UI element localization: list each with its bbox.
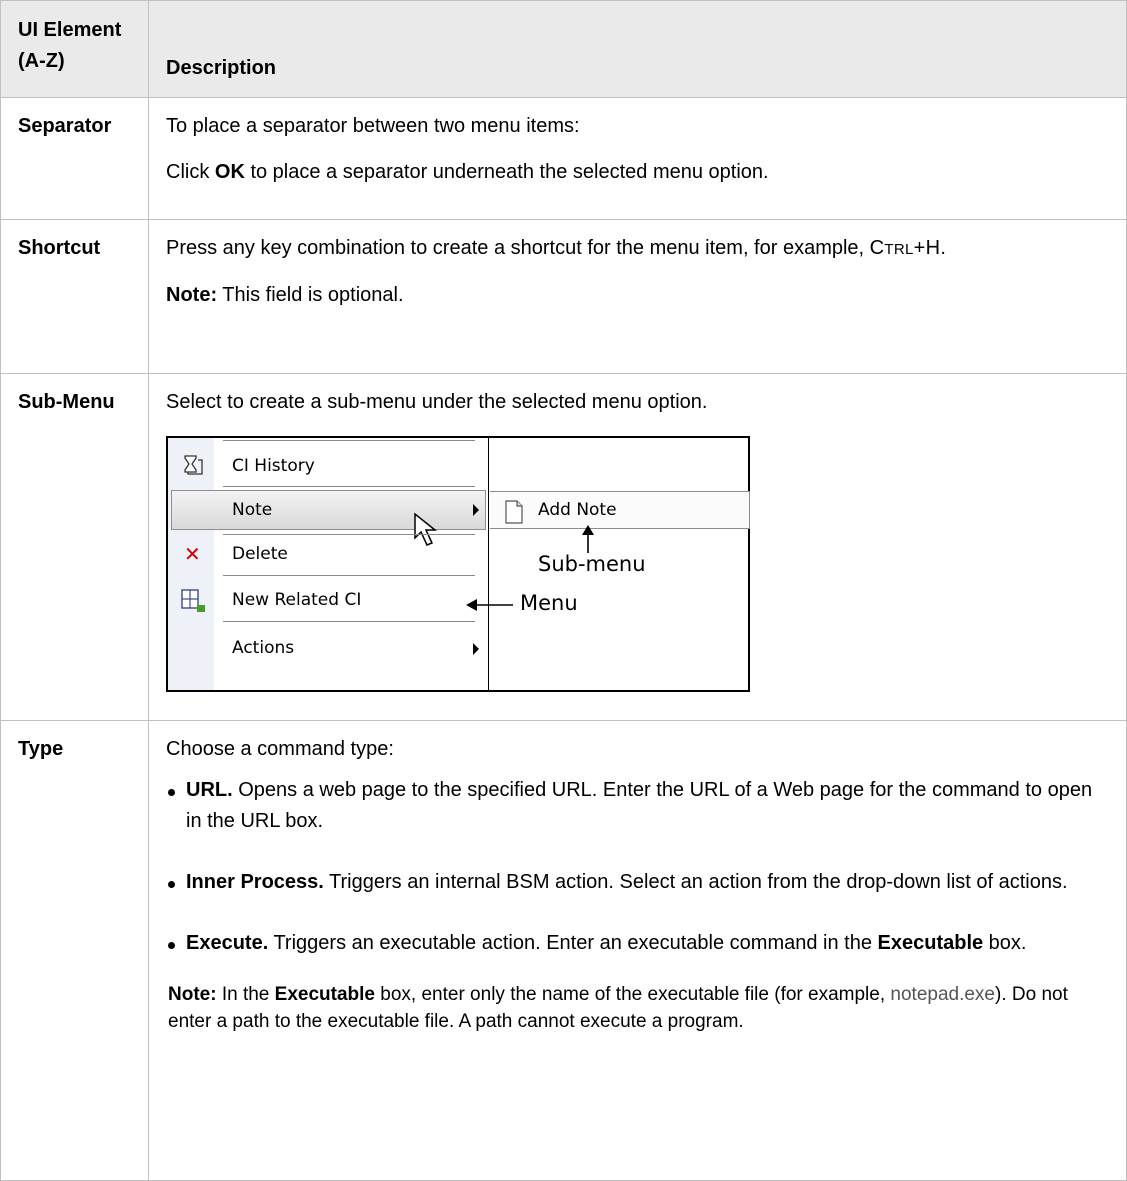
cursor-icon [414, 512, 438, 546]
note: Note: This field is optional. [166, 284, 404, 306]
row-name: Shortcut [0, 219, 149, 374]
new-related-ci-icon [181, 589, 205, 612]
table-row-separator: Separator To place a separator between t… [0, 97, 1127, 220]
callout-menu: Menu [520, 591, 578, 615]
list-item: URL. Opens a web page to the specified U… [166, 775, 1110, 837]
code-sample: notepad.exe [890, 984, 995, 1005]
delete-icon: ✕ [184, 542, 201, 566]
menu-item-new-related-ci: New Related CI [232, 590, 362, 610]
up-arrow-icon [582, 525, 594, 553]
menu-separator [223, 486, 475, 487]
desc-text: Press any key combination to create a sh… [166, 237, 947, 259]
menu-separator [223, 534, 475, 535]
left-arrow-icon [466, 599, 513, 611]
desc-text: Choose a command type: [166, 738, 394, 760]
header-ui-element: UI Element (A-Z) [0, 0, 149, 98]
list-item: Execute. Triggers an executable action. … [166, 928, 1110, 959]
table-row-submenu: Sub-Menu Select to create a sub-menu und… [0, 373, 1127, 721]
document-icon [505, 500, 523, 524]
row-name: Sub-Menu [0, 373, 149, 721]
desc-text: To place a separator between two menu it… [166, 115, 580, 137]
table-row-type: Type Choose a command type: URL. Opens a… [0, 720, 1127, 1181]
header-description: Description [148, 0, 1127, 98]
hourglass-icon [184, 455, 203, 475]
menu-separator [223, 621, 475, 622]
submenu-panel [490, 491, 750, 529]
row-description: Select to create a sub-menu under the se… [148, 373, 1127, 721]
ui-element-table: UI Element (A-Z) Description Separator T… [0, 0, 1127, 1181]
submenu-arrow-icon [473, 643, 479, 655]
menu-item-ci-history: CI History [232, 456, 315, 476]
row-description: Press any key combination to create a sh… [148, 219, 1127, 374]
callout-submenu: Sub-menu [538, 552, 646, 576]
menu-item-note: Note [232, 500, 273, 520]
note: Note: In the Executable box, enter only … [168, 984, 1068, 1032]
menu-item-delete: Delete [232, 544, 288, 564]
row-name: Type [0, 720, 149, 1181]
menu-separator [223, 440, 475, 441]
key-combination: CTRL+H. [869, 237, 947, 259]
desc-text: Click OK to place a separator underneath… [166, 161, 769, 183]
table-header-row: UI Element (A-Z) Description [0, 0, 1127, 98]
row-name: Separator [0, 97, 149, 220]
list-item: Inner Process. Triggers an internal BSM … [166, 867, 1110, 898]
row-description: Choose a command type: URL. Opens a web … [148, 720, 1127, 1181]
table-row-shortcut: Shortcut Press any key combination to cr… [0, 219, 1127, 374]
menu-screenshot: CI History Note Add Note ✕ Delete New Re… [166, 436, 750, 692]
type-list: URL. Opens a web page to the specified U… [166, 775, 1110, 959]
menu-separator [223, 575, 475, 576]
menu-item-actions: Actions [232, 638, 295, 658]
submenu-item-add-note: Add Note [538, 500, 617, 520]
submenu-arrow-icon [473, 504, 479, 516]
desc-text: Select to create a sub-menu under the se… [166, 391, 708, 413]
row-description: To place a separator between two menu it… [148, 97, 1127, 220]
